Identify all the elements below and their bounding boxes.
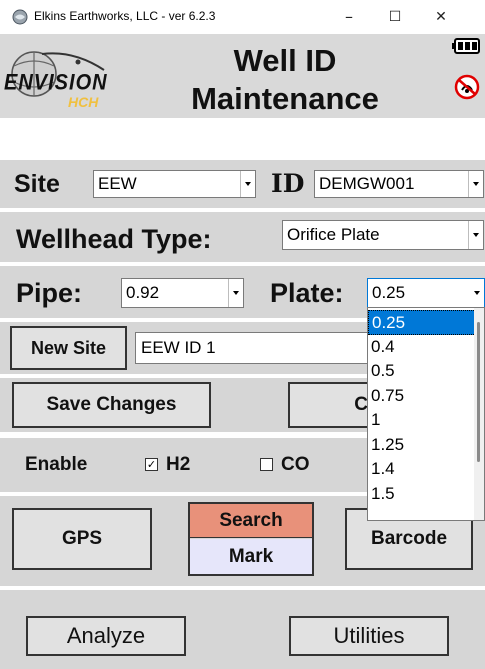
title-bar: Elkins Earthworks, LLC - ver 6.2.3 – ☐ ✕ bbox=[0, 0, 485, 34]
chevron-down-icon[interactable] bbox=[468, 221, 483, 249]
id-value: DEMGW001 bbox=[319, 174, 415, 193]
scrollbar-thumb[interactable] bbox=[477, 322, 480, 462]
plate-option[interactable]: 0.5 bbox=[368, 359, 476, 384]
site-combobox[interactable]: EEW bbox=[93, 170, 256, 198]
plate-option[interactable]: 1.25 bbox=[368, 433, 476, 458]
id-combobox[interactable]: DEMGW001 bbox=[314, 170, 484, 198]
id-label: ID bbox=[271, 169, 305, 198]
search-mark-toggle: Search Mark bbox=[188, 502, 314, 576]
header: ENVISION HCH Well ID Maintenance bbox=[0, 34, 485, 118]
window-title: Elkins Earthworks, LLC - ver 6.2.3 bbox=[34, 9, 216, 23]
maximize-button[interactable]: ☐ bbox=[372, 0, 418, 34]
plate-option[interactable]: 0.25 bbox=[368, 310, 476, 335]
page-title-line1: Well ID bbox=[233, 43, 337, 78]
gps-button[interactable]: GPS bbox=[12, 508, 152, 570]
plate-value: 0.25 bbox=[372, 283, 406, 302]
save-changes-button[interactable]: Save Changes bbox=[12, 382, 211, 428]
h2-checkbox[interactable]: ✓ bbox=[145, 458, 158, 471]
search-toggle[interactable]: Search bbox=[190, 504, 312, 538]
plate-label: Plate: bbox=[270, 278, 344, 308]
utilities-button[interactable]: Utilities bbox=[289, 616, 449, 656]
app-icon bbox=[12, 9, 28, 25]
analyze-button[interactable]: Analyze bbox=[26, 616, 186, 656]
wellhead-label: Wellhead Type: bbox=[16, 224, 212, 254]
minimize-button[interactable]: – bbox=[326, 0, 372, 34]
site-value: EEW bbox=[98, 174, 137, 193]
bottom-bar: Analyze Utilities bbox=[0, 590, 485, 669]
plate-option[interactable]: 1.5 bbox=[368, 482, 476, 507]
wellhead-value: Orifice Plate bbox=[287, 225, 380, 244]
plate-option[interactable]: 1 bbox=[368, 408, 476, 433]
enable-label: Enable bbox=[25, 454, 88, 475]
battery-icon bbox=[452, 38, 480, 54]
plate-dropdown-list[interactable]: 0.25 0.4 0.5 0.75 1 1.25 1.4 1.5 bbox=[367, 307, 485, 521]
plate-option[interactable]: 0.4 bbox=[368, 335, 476, 360]
pipe-label: Pipe: bbox=[16, 278, 83, 308]
h2-label: H2 bbox=[166, 454, 191, 475]
site-label: Site bbox=[14, 170, 60, 198]
new-site-input[interactable]: EEW ID 1 bbox=[135, 332, 375, 364]
close-button[interactable]: ✕ bbox=[418, 0, 464, 34]
plate-option[interactable]: 1.4 bbox=[368, 457, 476, 482]
co-label: CO bbox=[281, 454, 310, 475]
chevron-down-icon[interactable] bbox=[470, 279, 484, 307]
pipe-combobox[interactable]: 0.92 bbox=[121, 278, 244, 308]
chevron-down-icon[interactable] bbox=[240, 171, 255, 197]
plate-combobox[interactable]: 0.25 bbox=[367, 278, 485, 308]
wellhead-combobox[interactable]: Orifice Plate bbox=[282, 220, 484, 250]
page-title-line2: Maintenance bbox=[191, 81, 379, 116]
logo-word: ENVISION bbox=[4, 70, 108, 96]
mark-toggle[interactable]: Mark bbox=[190, 539, 312, 574]
check-icon: ✓ bbox=[146, 458, 157, 471]
logo-sub: HCH bbox=[68, 94, 99, 110]
chevron-down-icon[interactable] bbox=[228, 279, 243, 307]
page-title: Well ID Maintenance bbox=[160, 42, 410, 118]
pipe-value: 0.92 bbox=[126, 283, 160, 302]
co-checkbox[interactable] bbox=[260, 458, 273, 471]
wellhead-row: Wellhead Type: Orifice Plate bbox=[0, 212, 485, 262]
chevron-down-icon[interactable] bbox=[468, 171, 483, 197]
new-site-button[interactable]: New Site bbox=[10, 326, 127, 370]
plate-option[interactable]: 0.75 bbox=[368, 384, 476, 409]
site-row: Site EEW ID DEMGW001 bbox=[0, 160, 485, 208]
dropdown-scrollbar[interactable] bbox=[474, 308, 484, 520]
no-signal-icon bbox=[454, 74, 480, 100]
